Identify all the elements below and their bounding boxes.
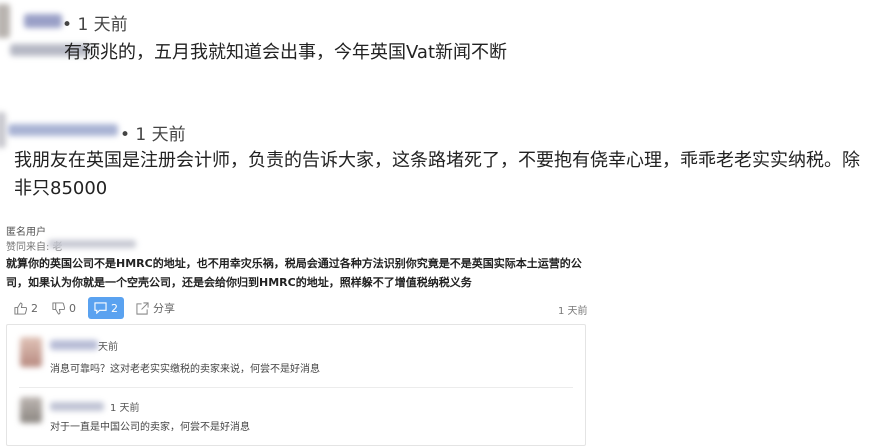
comment-timestamp: • 1 天前 bbox=[62, 15, 128, 35]
username-blurred[interactable] bbox=[24, 14, 62, 28]
divider bbox=[19, 387, 573, 388]
comment-timestamp: • 1 天前 bbox=[120, 125, 186, 145]
dislike-count: 0 bbox=[69, 301, 76, 315]
reply-text: 对于一直是中国公司的卖家，何尝不是好消息 bbox=[50, 422, 250, 433]
like-button[interactable]: 2 bbox=[14, 297, 38, 319]
reply-timestamp: 1 天前 bbox=[110, 403, 140, 414]
share-label: 分享 bbox=[153, 302, 175, 315]
avatar[interactable] bbox=[20, 337, 42, 367]
username-blurred[interactable] bbox=[8, 124, 118, 136]
avatar[interactable] bbox=[0, 4, 10, 38]
comment-text: 有预兆的，五月我就知道会出事，今年英国Vat新闻不断 bbox=[64, 42, 508, 63]
author-name[interactable]: 匿名用户 bbox=[6, 223, 46, 238]
avatar[interactable] bbox=[0, 112, 6, 148]
reply-timestamp: 天前 bbox=[98, 342, 118, 353]
username-blurred[interactable] bbox=[50, 402, 104, 411]
share-icon bbox=[136, 301, 149, 315]
avatar[interactable] bbox=[20, 397, 42, 423]
like-count: 2 bbox=[31, 301, 38, 315]
thumbs-down-icon bbox=[52, 301, 65, 315]
post-body: 就算你的英国公司不是HMRC的地址，也不用幸灾乐祸，税局会通过各种方法识别你究竟… bbox=[6, 257, 582, 289]
share-button[interactable]: 分享 bbox=[136, 297, 175, 319]
dislike-button[interactable]: 0 bbox=[52, 297, 76, 319]
username-blurred[interactable] bbox=[50, 340, 98, 350]
reply-count: 2 bbox=[111, 301, 118, 315]
reply-button[interactable]: 2 bbox=[88, 297, 124, 319]
thumbs-up-icon bbox=[14, 301, 27, 315]
comment-text: 我朋友在英国是注册会计师，负责的告诉大家，这条路堵死了，不要抱有侥幸心理，乖乖老… bbox=[14, 150, 860, 199]
reply-text: 消息可靠吗？这对老老实实缴税的卖家来说，何尝不是好消息 bbox=[50, 364, 320, 375]
upvoter-blurred bbox=[48, 240, 136, 248]
comment-icon bbox=[94, 302, 107, 314]
post-timestamp: 1 天前 bbox=[558, 306, 588, 317]
